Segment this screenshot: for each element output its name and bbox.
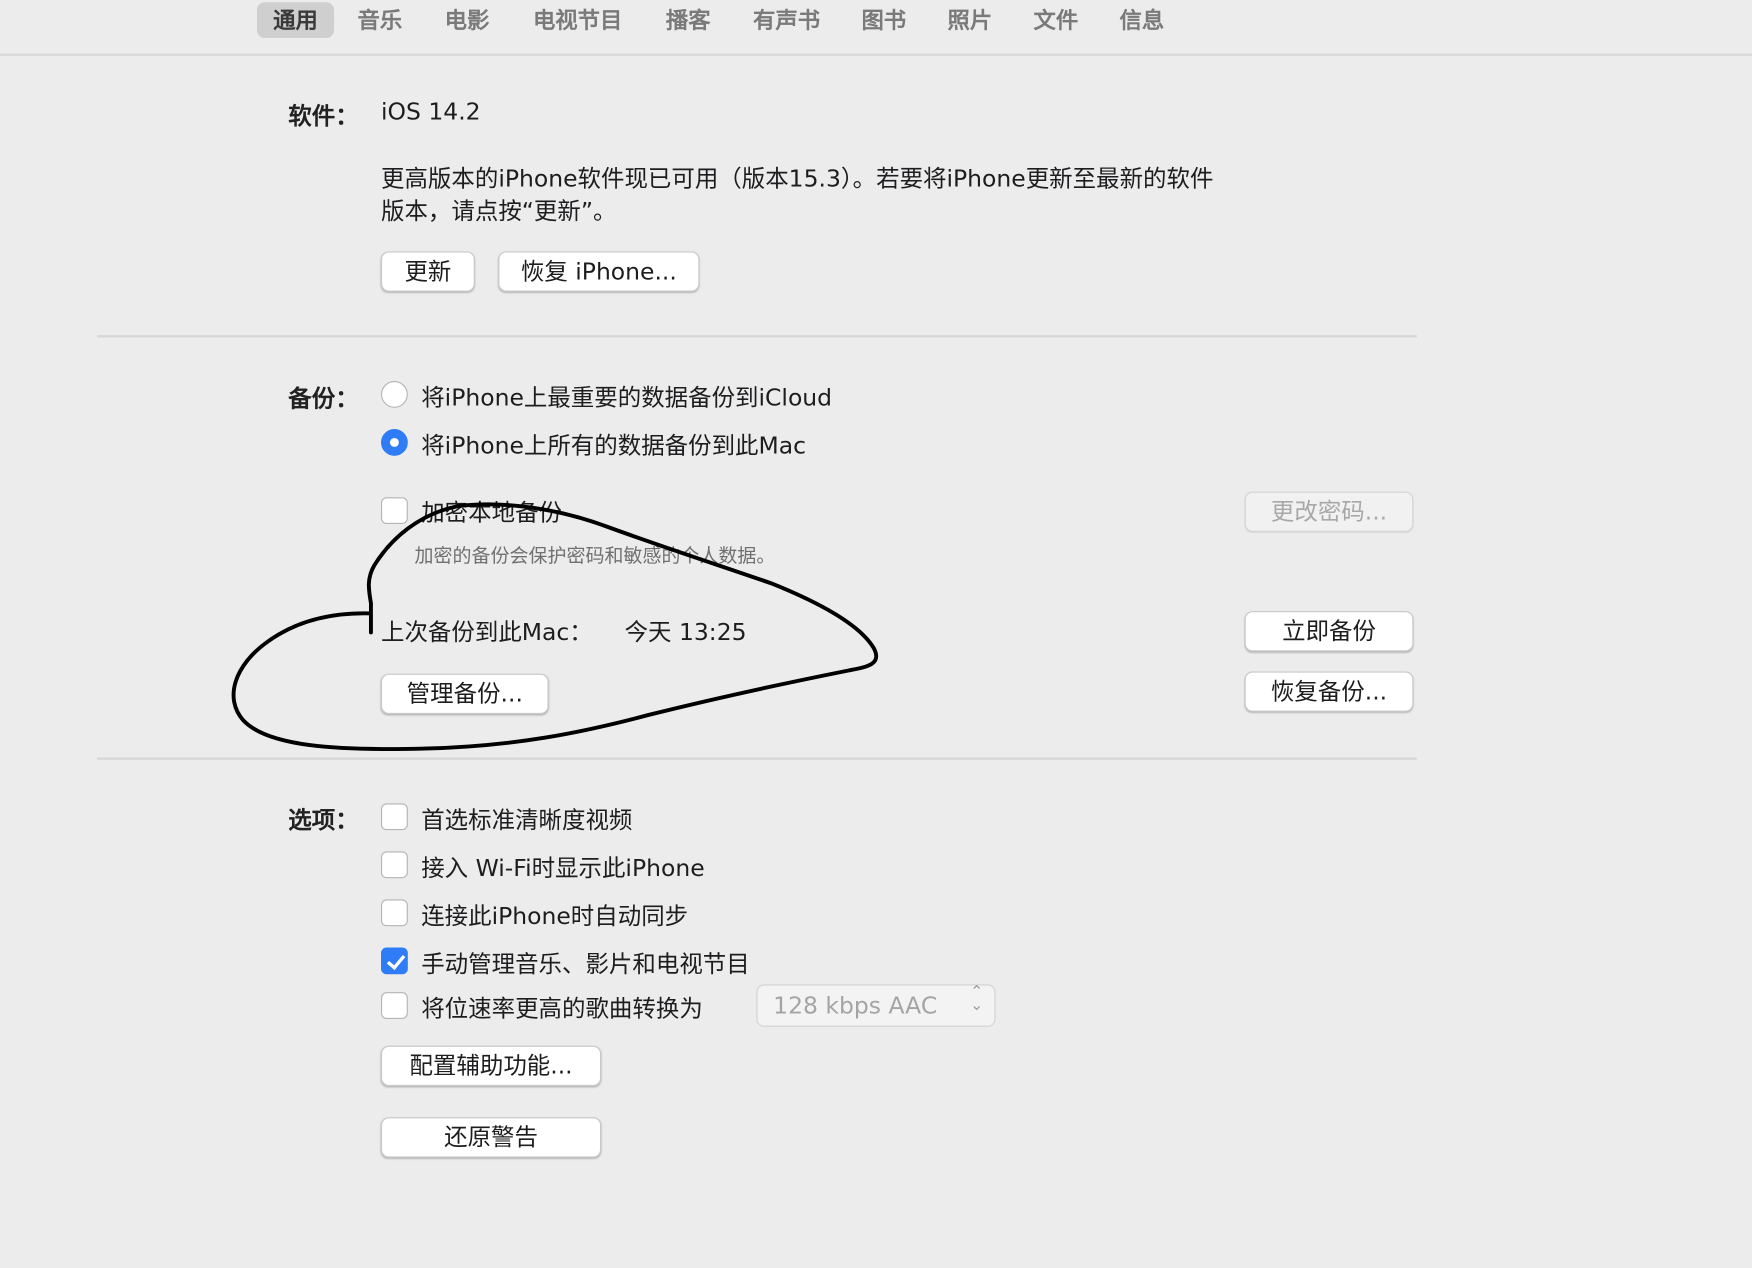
device-summary-panel: 通用 音乐 电影 电视节目 播客 有声书 图书 照片 文件 信息 软件： iOS… (0, 0, 1752, 1268)
hand-drawn-annotation (231, 502, 878, 752)
